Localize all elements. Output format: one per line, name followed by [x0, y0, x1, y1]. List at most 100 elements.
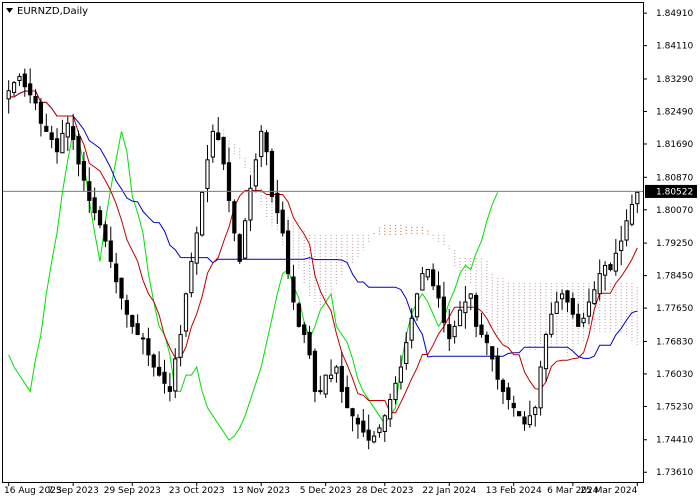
candle-body: [65, 122, 70, 138]
candle-body: [135, 323, 140, 336]
price-tag-label: 1.80522: [656, 187, 693, 197]
y-tick-label: 1.84910: [656, 9, 693, 19]
x-tick-label: 23 Oct 2023: [169, 486, 225, 496]
y-tick-label: 1.83290: [656, 75, 693, 85]
candle-body: [484, 334, 489, 344]
candle-body: [490, 346, 495, 360]
candle-body: [581, 317, 586, 324]
y-tick-label: 1.73610: [656, 468, 693, 478]
candle-body: [635, 191, 640, 205]
y-tick-label: 1.82490: [656, 107, 693, 117]
candle-body: [275, 192, 280, 214]
candle-body: [554, 301, 559, 314]
candle-body: [619, 240, 624, 251]
candle-body: [183, 293, 189, 332]
y-tick-label: 1.81690: [656, 140, 693, 150]
candle-body: [398, 366, 404, 383]
candle-body: [543, 334, 549, 370]
x-tick-label: 25 Mar 2024: [580, 486, 637, 496]
candle-body: [54, 138, 60, 153]
candle-body: [216, 132, 221, 141]
candle-body: [221, 136, 226, 165]
candle-body: [199, 191, 205, 236]
candle-body: [538, 366, 543, 409]
candle-body: [237, 234, 242, 262]
candle-body: [366, 429, 371, 441]
candle-body: [431, 269, 436, 287]
candle-body: [522, 416, 527, 425]
candle-body: [576, 313, 581, 327]
candle-body: [302, 324, 307, 336]
candle-body: [71, 126, 76, 141]
candle-body: [463, 301, 468, 314]
candle-body: [361, 420, 366, 433]
y-tick-label: 1.80070: [656, 206, 693, 216]
candle-body: [194, 232, 199, 264]
candle-body: [92, 197, 97, 214]
candle-body: [253, 159, 258, 187]
chart: 1.84910 1.84110 1.83290 1.82490 1.81690 1.808…: [0, 0, 700, 500]
candle-body: [226, 162, 232, 201]
candle-body: [178, 334, 183, 358]
candle-body: [355, 417, 361, 425]
candle-body: [146, 338, 151, 356]
candle-body: [629, 204, 635, 225]
candle-body: [592, 289, 597, 305]
candle-body: [570, 297, 575, 315]
y-tick-label: 1.79250: [656, 239, 693, 249]
x-tick-label: 7 Sep 2023: [47, 486, 98, 496]
candle-body: [414, 293, 420, 318]
candle-body: [345, 387, 350, 409]
candle-body: [420, 273, 425, 291]
candle-body: [339, 365, 344, 392]
candle-body: [447, 324, 452, 340]
candle-body: [479, 324, 484, 336]
candle-body: [81, 161, 87, 181]
candle-body: [103, 224, 108, 242]
candle-body: [371, 435, 377, 443]
x-tick-label: 29 Sep 2023: [104, 486, 161, 496]
y-tick-label: 1.74410: [656, 436, 693, 446]
candle-body: [565, 290, 570, 303]
candle-body: [500, 379, 506, 392]
candle-body: [28, 83, 33, 96]
candle-body: [608, 264, 613, 271]
chart-svg: 1.84910 1.84110 1.83290 1.82490 1.81690 1.808…: [0, 0, 700, 500]
candle-body: [597, 273, 602, 295]
chart-background: [0, 0, 700, 500]
candle-body: [624, 220, 629, 241]
candle-body: [151, 354, 156, 368]
price-tag: 1.80522: [645, 184, 697, 198]
candle-body: [232, 201, 237, 234]
candle-body: [242, 220, 248, 259]
candle-body: [114, 263, 119, 283]
x-tick-label: 5 Dec 2023: [300, 486, 352, 496]
candle-body: [167, 386, 172, 392]
candle-body: [162, 371, 167, 384]
candle-body: [516, 411, 522, 417]
candle-body: [173, 358, 178, 392]
candle-body: [409, 317, 414, 341]
x-tick-label: 13 Feb 2024: [486, 486, 542, 496]
candle-body: [38, 101, 44, 124]
candle-body: [511, 402, 516, 409]
candle-body: [285, 230, 291, 275]
y-tick-label: 1.84110: [656, 42, 693, 52]
candle-body: [323, 374, 328, 395]
x-tick-label: 22 Jan 2024: [422, 486, 476, 496]
y-tick-label: 1.76830: [656, 337, 693, 347]
candle-body: [205, 159, 210, 190]
candle-body: [350, 408, 355, 417]
candle-body: [296, 303, 301, 327]
candle-body: [291, 276, 296, 303]
candle-body: [280, 209, 285, 234]
y-tick-label: 1.76030: [656, 370, 693, 380]
chart-title[interactable]: EURNZD,Daily: [6, 6, 88, 17]
candle-body: [157, 366, 162, 376]
candle-body: [11, 82, 17, 93]
candle-body: [124, 300, 130, 315]
candle-body: [22, 73, 27, 88]
candle-body: [388, 399, 393, 420]
candle-body: [468, 293, 473, 299]
candle-body: [264, 132, 269, 153]
